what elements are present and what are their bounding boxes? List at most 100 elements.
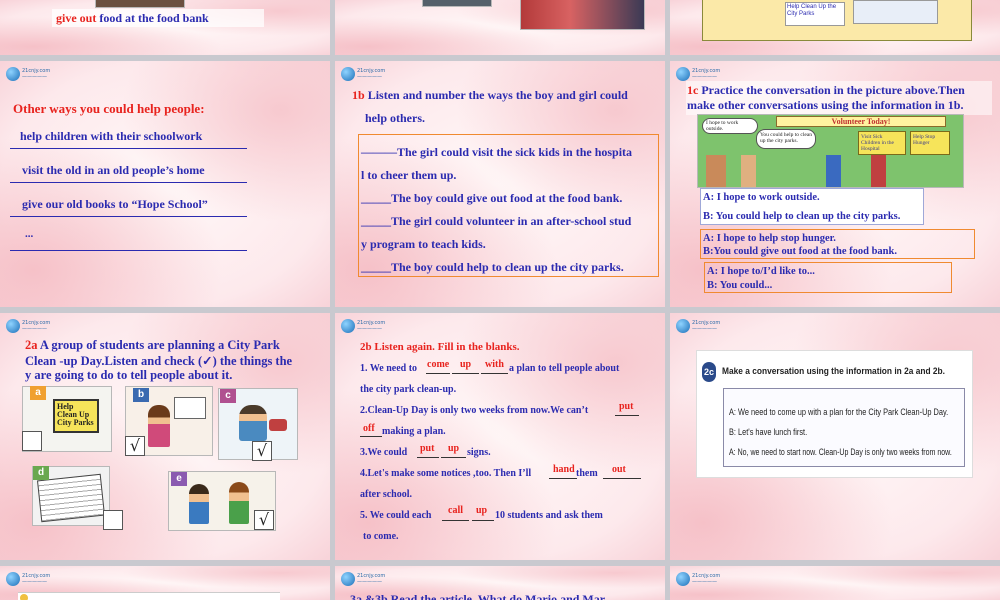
slide-6-heading-2: make other conversations using the infor… [687,98,964,112]
slide-4-underline-3 [10,216,247,217]
globe-icon [341,67,355,81]
slide-4-underline-4 [10,250,247,251]
slide-6-heading: 1c Practice the conversation in the pict… [687,83,965,97]
slide-8[interactable]: 21cnjy.com ————— 2b Listen again. Fill in… [335,313,665,560]
sentence-1-cont: the city park clean-up. [360,384,457,395]
slide-9-line-1: A: We need to come up with a plan for th… [729,407,949,417]
slide-5[interactable]: 21cnjy.com ————— 1b Listen and number the… [335,61,665,307]
slide-6-people [706,155,956,187]
checkbox-a[interactable] [22,431,42,451]
slide-11-heading: 3a &3b Read the article. What do Mario a… [350,592,606,600]
slide-2-photo-left [422,0,492,7]
slide-4-item-4: ... [25,228,34,240]
slide-6-volunteer-picture: Volunteer Today! I hope to work outside.… [697,114,964,188]
slide-4-item-2: visit the old in an old people’s home [22,163,205,177]
slide-10-bar [18,592,280,600]
sentence-5: 5. We could each [360,510,432,521]
slide-6-sign: Visit Sick Children in the Hospital [858,131,906,155]
sentence-3-rest: signs. [467,447,491,458]
slide-11[interactable]: 21cnjy.com ————— 3a &3b Read the article.… [335,566,665,600]
sentence-4-mid: them [576,468,598,479]
globe-icon [676,67,690,81]
slide-6-d3-a: A: I hope to/I’d like to... [707,266,815,277]
slide-6-d1-b: B: You could help to clean up the city p… [703,211,901,222]
picture-b-girl [148,405,170,447]
blank-9-answer: out [612,464,626,475]
site-logo: 21cnjy.com ————— [6,67,50,81]
site-logo: 21cnjy.com ————— [341,319,385,333]
blank-2-answer: up [460,359,472,370]
blank-5-answer: off [363,423,375,434]
slide-7[interactable]: 21cnjy.com ————— 2a A group of students a… [0,313,330,560]
label-c: c [220,389,236,403]
slide-3-illustration: Help Clean Up the City Parks [702,0,972,41]
slide-6-d3-b: B: You could... [707,280,773,291]
slide-1[interactable]: give out food at the food bank [0,0,330,55]
slide-10[interactable]: 21cnjy.com ————— [0,566,330,600]
label-b: b [133,388,149,402]
slide-6-d2-a: A: I hope to help stop hunger. [703,233,836,244]
slide-6-d2-b: B:You could give out food at the food ba… [703,246,897,257]
slide-5-heading: 1b Listen and number the ways the boy an… [352,88,628,102]
sentence-1: 1. We need to [360,363,418,374]
blank-8-line [549,478,577,479]
blank-10-answer: call [448,505,463,516]
slide-6-bubble-2: You could help to clean up the city park… [756,129,816,149]
picture-b-poster [174,397,206,419]
slide-6-bubble-1: I hope to work outside. [702,118,758,134]
picture-e-person-2 [229,482,249,524]
slide-5-line-2: l to cheer them up. [361,168,457,182]
checkbox-b[interactable]: √ [125,436,145,456]
slide-6[interactable]: 21cnjy.com ————— 1c Practice the conversa… [670,61,1000,307]
globe-icon [6,572,20,586]
sentence-2-rest: making a plan. [382,426,446,437]
slide-3[interactable]: Help Clean Up the City Parks [670,0,1000,55]
slide-7-heading: 2a A group of students are planning a Ci… [25,338,280,352]
slide-5-line-3: _____The boy could give out food at the … [361,191,623,205]
picture-d-newspaper [36,473,106,523]
slide-4[interactable]: 21cnjy.com ————— Other ways you could hel… [0,61,330,307]
slide-9[interactable]: 21cnjy.com ————— 2c Make a conversation u… [670,313,1000,560]
slide-8-heading: 2b Listen again. Fill in the blanks. [360,341,520,353]
slide-3-board [853,0,938,24]
blank-4-answer: put [619,401,634,412]
slide-1-caption: give out food at the food bank [56,11,209,25]
checkbox-e[interactable]: √ [254,510,274,530]
blank-2-line [452,373,479,374]
label-d: d [33,466,49,480]
slide-5-line-6: _____The boy could help to clean up the … [361,260,624,274]
globe-icon [676,319,690,333]
blank-5-line [360,436,382,437]
slide-6-sign-2: Help Stop Hunger [910,131,950,155]
slide-2[interactable] [335,0,665,55]
slide-4-underline-2 [10,182,247,183]
globe-icon [341,572,355,586]
site-logo: 21cnjy.com ————— [676,572,720,586]
slide-1-photo [95,0,185,8]
site-logo: 21cnjy.com ————— [676,319,720,333]
slide-9-card: 2c Make a conversation using the informa… [696,350,973,478]
blank-9-line [603,478,641,479]
slide-4-underline-1 [10,148,247,149]
blank-11-line [472,520,494,521]
slide-5-line-4: _____The girl could volunteer in an afte… [361,214,632,228]
site-logo: 21cnjy.com ————— [676,67,720,81]
globe-icon [6,67,20,81]
site-logo: 21cnjy.com ————— [6,572,50,586]
sentence-5-cont: to come. [363,531,399,542]
label-a: a [30,386,46,400]
checkbox-d[interactable] [103,510,123,530]
blank-3-answer: with [485,359,504,370]
slide-2-photo-right [520,0,645,30]
sentence-2: 2.Clean-Up Day is only two weeks from no… [360,405,589,416]
blank-7-line [441,457,466,458]
slide-4-title: Other ways you could help people: [13,101,205,116]
blank-8-answer: hand [553,464,575,475]
picture-c-person [239,405,267,441]
blank-11-answer: up [476,505,488,516]
sentence-5-rest: 10 students and ask them [495,510,603,521]
slide-12[interactable]: 21cnjy.com ————— [670,566,1000,600]
slide-7-heading-3: y are going to do to tell people about i… [25,368,233,382]
blank-7-answer: up [448,443,460,454]
checkbox-c[interactable]: √ [252,441,272,461]
